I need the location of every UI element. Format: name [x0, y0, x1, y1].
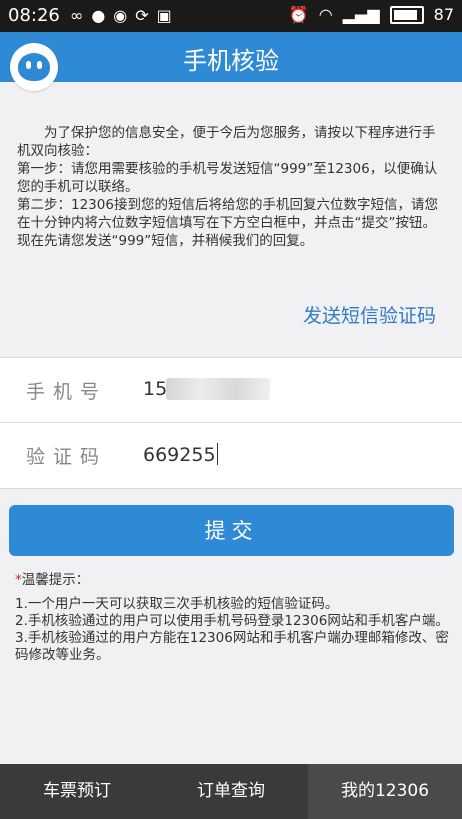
- text-caret: [216, 443, 218, 465]
- infinity-icon: ∞: [70, 6, 84, 25]
- status-bar: 08:26 ∞ ● ◉ ⟳ ▣ ⏰ ◠ ▂▄▆ 87: [0, 0, 462, 32]
- tip-item: 2.手机核验通过的用户可以使用手机号码登录12306网站和手机客户端。: [15, 613, 449, 629]
- verification-form: 手机号 15 验证码 669255: [0, 357, 462, 489]
- tip-item: 3.手机核验通过的用户方能在12306网站和手机客户端办理邮箱修改、密码修改等业…: [15, 630, 449, 663]
- tip-item: 1.一个用户一天可以获取三次手机核验的短信验证码。: [15, 596, 339, 612]
- verification-instructions: 为了保护您的信息安全，便于今后为您服务，请按以下程序进行手机双向核验： 第一步：…: [17, 124, 447, 250]
- chat-bubble-icon: ●: [91, 6, 106, 25]
- send-sms-code-link[interactable]: 发送短信验证码: [303, 301, 436, 328]
- battery-icon: [389, 5, 424, 24]
- alarm-icon: ⏰: [288, 5, 309, 24]
- code-row: 验证码 669255: [0, 423, 462, 487]
- required-star: *: [15, 572, 22, 588]
- phone-input[interactable]: 15: [143, 378, 167, 400]
- phone-label: 手机号: [26, 381, 108, 403]
- tab-ticket-booking[interactable]: 车票预订: [0, 764, 154, 819]
- submit-button[interactable]: 提交: [9, 505, 454, 556]
- code-label: 验证码: [26, 446, 108, 468]
- step-two-text: 第二步：12306接到您的短信后将给您的手机回复六位数字短信，请您在十分钟内将六…: [17, 197, 438, 249]
- app-notification-icon: ◉: [113, 6, 128, 25]
- code-input[interactable]: 669255: [143, 443, 218, 466]
- header-bar: 手机核验: [0, 32, 462, 82]
- mascot-logo-icon: [10, 43, 58, 91]
- phone-row: 手机号 15: [0, 358, 462, 423]
- tab-order-query[interactable]: 订单查询: [154, 764, 308, 819]
- tab-my-12306[interactable]: 我的12306: [308, 764, 462, 819]
- bottom-tab-bar: 车票预订 订单查询 我的12306: [0, 764, 462, 819]
- wifi-icon: ◠: [318, 5, 333, 24]
- intro-paragraph: 为了保护您的信息安全，便于今后为您服务，请按以下程序进行手机双向核验：: [17, 125, 436, 159]
- page-title: 手机核验: [183, 47, 279, 75]
- code-value: 669255: [143, 444, 216, 466]
- step-one-text: 第一步：请您用需要核验的手机号发送短信“999”至12306，以便确认您的手机可…: [17, 161, 438, 195]
- status-time: 08:26: [8, 5, 60, 26]
- phone-blur-mask: [166, 378, 270, 400]
- image-icon: ▣: [156, 6, 172, 25]
- system-icons: ⏰ ◠ ▂▄▆ 87: [289, 5, 454, 24]
- tips-section: *温馨提示： 1.一个用户一天可以获取三次手机核验的短信验证码。 2.手机核验通…: [15, 572, 451, 664]
- notification-icons: ∞ ● ◉ ⟳ ▣: [70, 6, 172, 25]
- battery-level: 87: [433, 5, 454, 24]
- signal-icon: ▂▄▆: [342, 5, 380, 24]
- tips-title: 温馨提示：: [21, 572, 90, 588]
- tips-heading: *温馨提示：: [15, 572, 451, 589]
- sync-icon: ⟳: [135, 6, 149, 25]
